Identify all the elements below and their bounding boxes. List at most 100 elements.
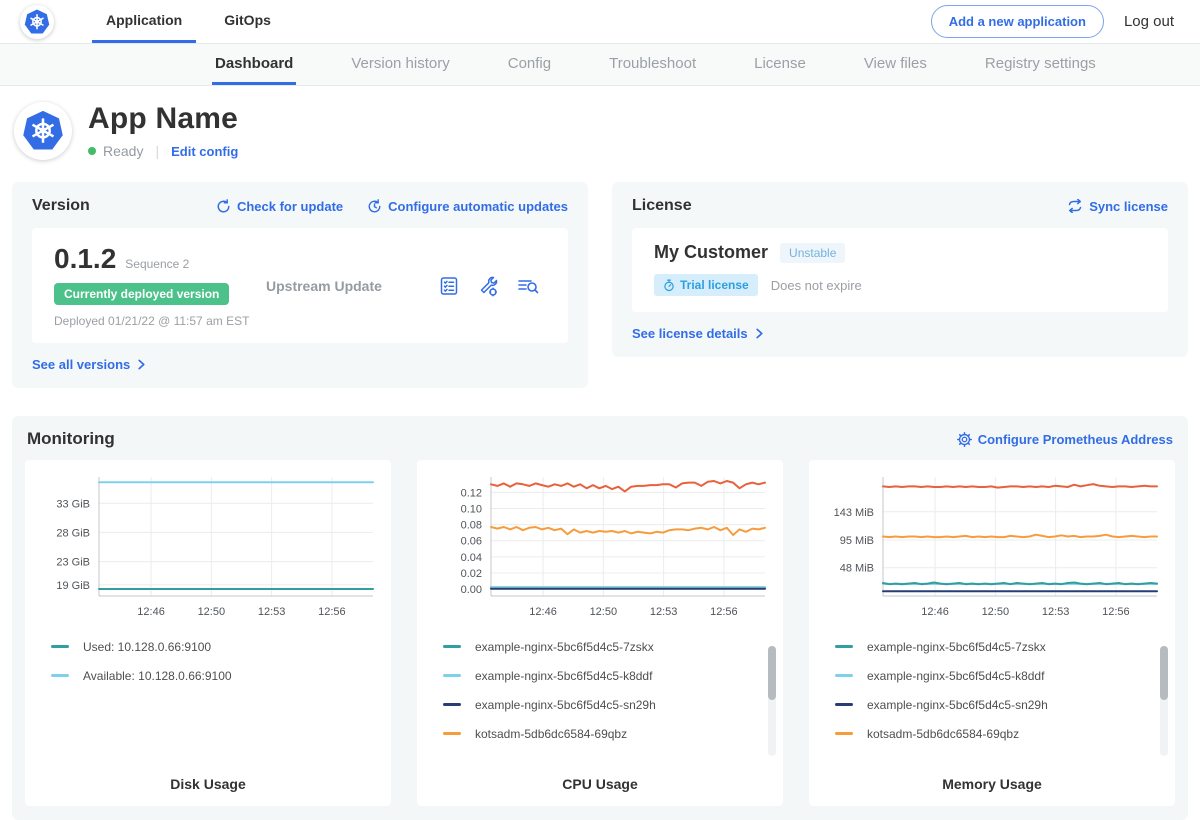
legend-scrollbar[interactable] <box>768 646 776 756</box>
subnav-dashboard[interactable]: Dashboard <box>212 44 296 85</box>
subnav-version-history[interactable]: Version history <box>348 44 452 85</box>
legend-item: example-nginx-5bc6f5d4c5-sn29h <box>443 690 771 719</box>
legend-label: example-nginx-5bc6f5d4c5-k8ddf <box>867 669 1044 683</box>
subnav-view-files[interactable]: View files <box>861 44 930 85</box>
svg-text:95 MiB: 95 MiB <box>840 535 874 547</box>
sync-icon <box>1067 199 1083 213</box>
svg-text:23 GiB: 23 GiB <box>56 557 90 569</box>
cpu-usage-plot: 0.000.020.040.060.080.100.1212:4612:5012… <box>429 470 771 622</box>
app-status-text: Ready <box>103 143 143 159</box>
channel-badge: Unstable <box>780 243 845 263</box>
svg-text:19 GiB: 19 GiB <box>56 580 90 592</box>
chart-title: Disk Usage <box>37 776 379 796</box>
tab-gitops[interactable]: GitOps <box>210 0 285 43</box>
subnav-config[interactable]: Config <box>505 44 554 85</box>
see-all-versions-link[interactable]: See all versions <box>32 357 146 372</box>
version-sequence: Sequence 2 <box>125 257 189 271</box>
memory-usage-chart-card: 48 MiB95 MiB143 MiB12:4612:5012:5312:56 … <box>809 460 1175 806</box>
legend-label: example-nginx-5bc6f5d4c5-k8ddf <box>475 669 652 683</box>
see-license-details-link[interactable]: See license details <box>632 326 764 341</box>
legend-scrollbar[interactable] <box>1160 646 1168 756</box>
summary-cards-row: Version Check for update <box>0 182 1200 388</box>
legend-color-dash <box>51 674 69 677</box>
legend-color-dash <box>835 674 853 677</box>
legend-color-dash <box>835 732 853 735</box>
license-type-badge: Trial license <box>654 274 758 296</box>
configure-automatic-updates-link[interactable]: Configure automatic updates <box>367 199 568 214</box>
legend-label: kotsadm-5db6dc6584-69qbz <box>475 727 627 741</box>
refresh-icon <box>216 199 231 214</box>
memory-usage-plot: 48 MiB95 MiB143 MiB12:4612:5012:5312:56 <box>821 470 1163 622</box>
svg-text:12:46: 12:46 <box>137 606 165 618</box>
cpu-usage-legend: example-nginx-5bc6f5d4c5-7zskx example-ng… <box>429 632 771 748</box>
kubernetes-wheel-icon <box>22 110 64 152</box>
tab-application[interactable]: Application <box>92 0 196 43</box>
app-logo <box>14 102 72 160</box>
logout-link[interactable]: Log out <box>1124 13 1174 30</box>
configure-prometheus-link[interactable]: Configure Prometheus Address <box>957 432 1173 447</box>
svg-text:143 MiB: 143 MiB <box>834 507 874 519</box>
check-for-update-link[interactable]: Check for update <box>216 199 343 214</box>
svg-text:12:53: 12:53 <box>650 606 678 618</box>
chevron-right-icon <box>754 328 764 339</box>
legend-item: example-nginx-5bc6f5d4c5-7zskx <box>443 632 771 661</box>
version-number: 0.1.2 <box>54 243 116 275</box>
svg-text:0.08: 0.08 <box>461 520 482 532</box>
legend-label: kotsadm-5db6dc6584-69qbz <box>867 727 1019 741</box>
svg-text:28 GiB: 28 GiB <box>56 527 90 539</box>
topnav-actions: Add a new application Log out <box>931 0 1174 43</box>
svg-text:33 GiB: 33 GiB <box>56 498 90 510</box>
scrollbar-thumb[interactable] <box>1160 646 1168 700</box>
svg-text:48 MiB: 48 MiB <box>840 563 874 575</box>
svg-text:12:53: 12:53 <box>258 606 286 618</box>
svg-text:0.02: 0.02 <box>461 568 482 580</box>
edit-config-link[interactable]: Edit config <box>171 144 238 159</box>
kubernetes-logo <box>20 5 54 39</box>
charts-row: 19 GiB 23 GiB 28 GiB 33 GiB 12:46 12:50 12:53 1… <box>25 460 1175 806</box>
app-header: App Name Ready | Edit config <box>0 86 1200 172</box>
subnav-registry-settings[interactable]: Registry settings <box>982 44 1099 85</box>
legend-color-dash <box>443 732 461 735</box>
preflight-checks-icon[interactable] <box>438 275 460 297</box>
legend-color-dash <box>443 674 461 677</box>
svg-text:0.10: 0.10 <box>461 503 482 515</box>
legend-label: Used: 10.128.0.66:9100 <box>83 640 211 654</box>
version-card-title: Version <box>32 197 90 215</box>
license-card: License Sync license My Customer Unstabl… <box>612 182 1188 357</box>
svg-text:12:53: 12:53 <box>1042 606 1070 618</box>
svg-text:0.00: 0.00 <box>461 584 482 596</box>
license-expiration: Does not expire <box>771 278 862 293</box>
legend-item: kotsadm-5db6dc6584-69qbz <box>443 719 771 748</box>
legend-color-dash <box>835 645 853 648</box>
chart-title: CPU Usage <box>429 776 771 796</box>
config-wrench-icon[interactable] <box>477 275 499 297</box>
deploy-logs-icon[interactable] <box>516 275 540 297</box>
svg-text:12:50: 12:50 <box>982 606 1010 618</box>
svg-text:0.12: 0.12 <box>461 487 482 499</box>
add-application-button[interactable]: Add a new application <box>931 5 1104 38</box>
legend-item: example-nginx-5bc6f5d4c5-7zskx <box>835 632 1163 661</box>
legend-item: Used: 10.128.0.66:9100 <box>51 632 379 661</box>
svg-text:12:46: 12:46 <box>921 606 949 618</box>
disk-usage-plot: 19 GiB23 GiB28 GiB33 GiB12:4612:5012:531… <box>37 470 379 622</box>
legend-item: example-nginx-5bc6f5d4c5-k8ddf <box>443 661 771 690</box>
sync-license-link[interactable]: Sync license <box>1067 199 1168 214</box>
legend-color-dash <box>443 703 461 706</box>
customer-name: My Customer <box>654 242 768 263</box>
subnav-troubleshoot[interactable]: Troubleshoot <box>606 44 699 85</box>
page-title: App Name <box>88 102 238 136</box>
legend-label: example-nginx-5bc6f5d4c5-7zskx <box>475 640 654 654</box>
top-navbar: Application GitOps Add a new application… <box>0 0 1200 44</box>
subnav-license[interactable]: License <box>751 44 809 85</box>
svg-text:12:50: 12:50 <box>198 606 226 618</box>
cpu-usage-chart-card: 0.000.020.040.060.080.100.1212:4612:5012… <box>417 460 783 806</box>
svg-text:0.04: 0.04 <box>461 552 482 564</box>
scrollbar-thumb[interactable] <box>768 646 776 700</box>
schedule-update-icon <box>367 199 382 214</box>
license-detail-card: My Customer Unstable Trial license Does … <box>632 228 1168 312</box>
chart-title: Memory Usage <box>821 776 1163 796</box>
legend-label: example-nginx-5bc6f5d4c5-7zskx <box>867 640 1046 654</box>
svg-text:0.06: 0.06 <box>461 536 482 548</box>
disk-usage-legend: Used: 10.128.0.66:9100Available: 10.128.… <box>37 632 379 690</box>
legend-color-dash <box>443 645 461 648</box>
